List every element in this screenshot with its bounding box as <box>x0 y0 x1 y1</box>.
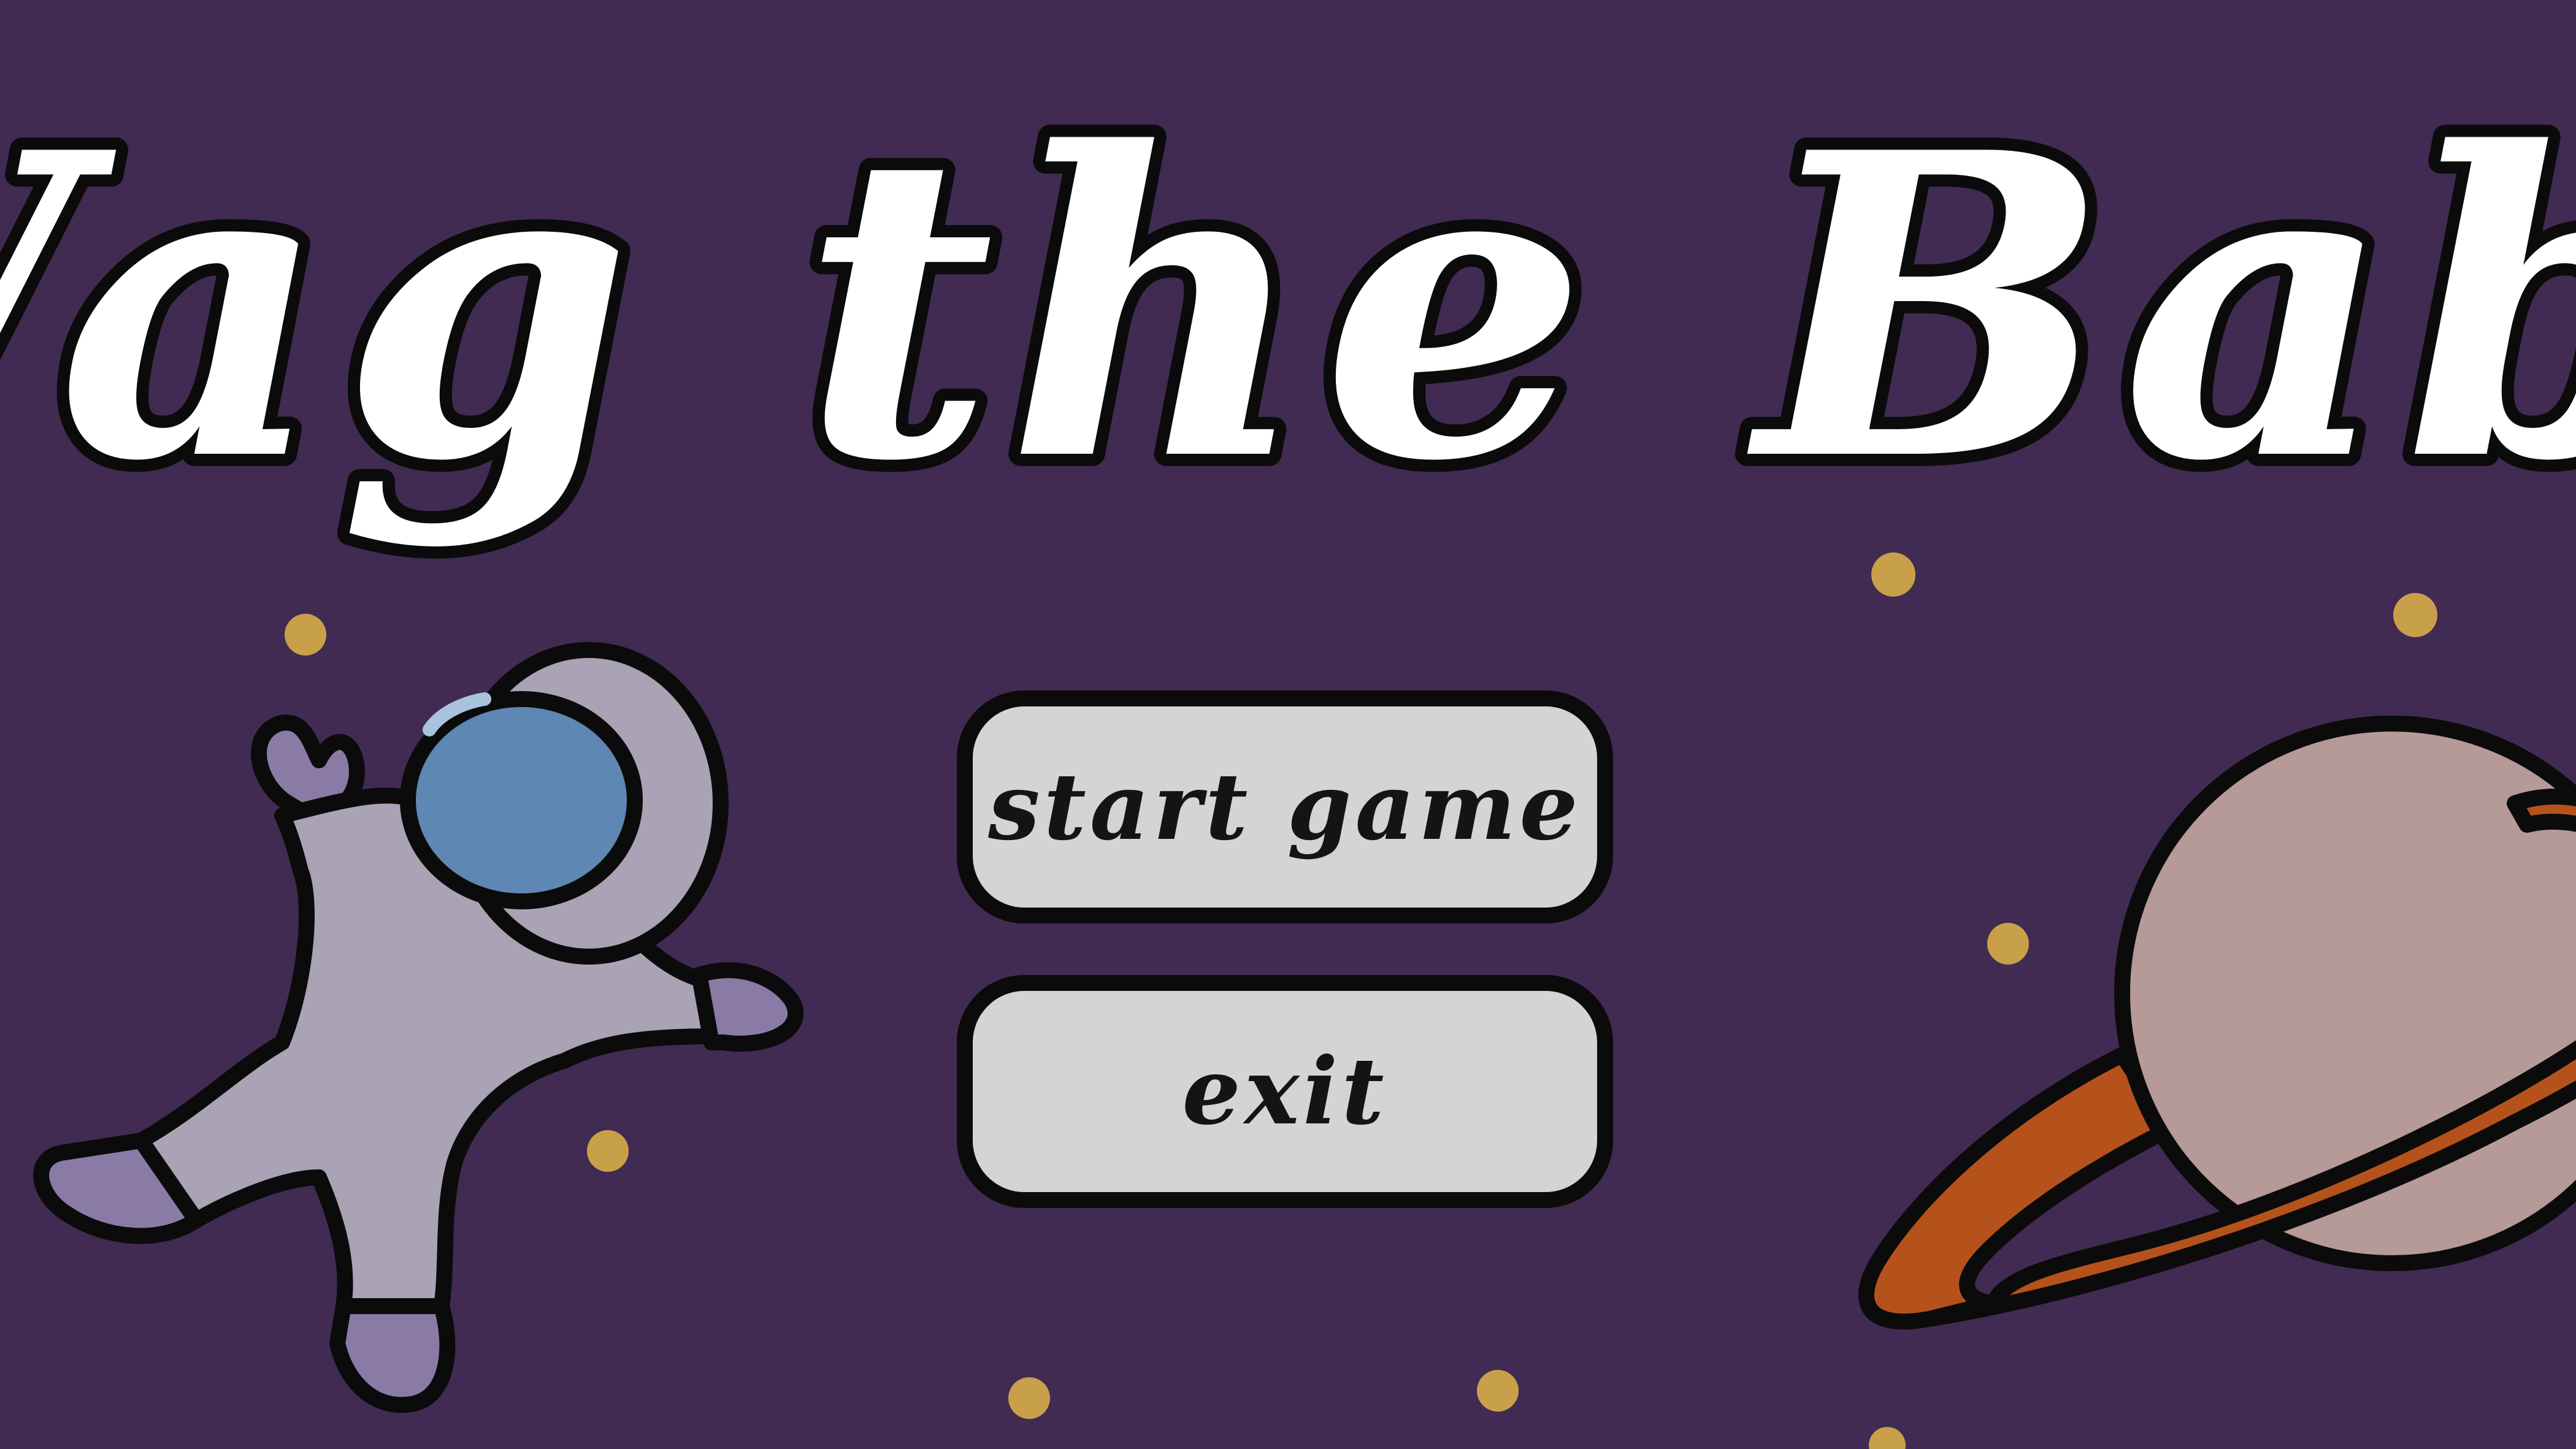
exit-label: exit <box>1182 1038 1388 1145</box>
title-screen: Wag the Baby start game exit <box>0 0 2576 1449</box>
start-game-label: start game <box>988 753 1582 861</box>
exit-button[interactable]: exit <box>957 975 1613 1208</box>
start-game-button[interactable]: start game <box>957 690 1613 923</box>
game-title: Wag the Baby <box>0 63 2576 552</box>
game-title-logo: Wag the Baby <box>0 51 2576 565</box>
